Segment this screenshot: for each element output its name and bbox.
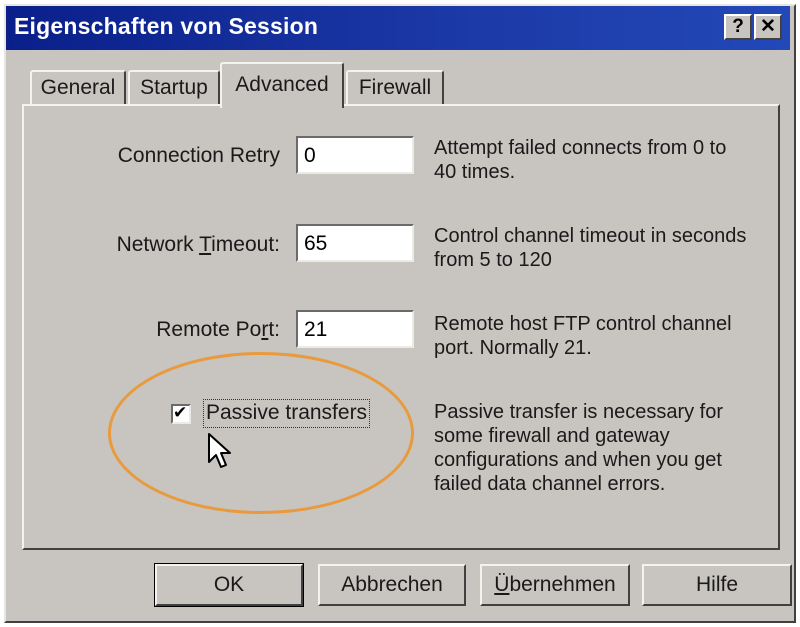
passive-transfers-description-line2: some firewall and gateway [434,425,670,447]
remote-port-label-pre: Remote Po [156,318,262,341]
mouse-pointer-icon [208,433,231,468]
network-timeout-label-mnemonic: T [199,233,212,256]
close-icon: ✕ [760,16,776,37]
connection-retry-label: Connection Retry [117,144,280,167]
passive-transfers-checkbox[interactable]: ✔ [171,403,191,424]
network-timeout-input[interactable]: 65 [296,224,414,262]
tab-advanced[interactable]: Advanced [220,62,344,108]
help-button-label: Hilfe [695,573,738,596]
connection-retry-description-line1: Attempt failed connects from 0 to [434,137,727,159]
connection-retry-description: Attempt failed connects from 0 to 40 tim… [434,136,726,184]
apply-button-label: bernehmen [509,573,616,596]
remote-port-input[interactable]: 21 [296,310,414,348]
ok-button-label: OK [213,573,245,596]
tab-startup[interactable]: Startup [128,70,220,106]
network-timeout-label-pre: Network [116,233,200,256]
tab-startup-label: Startup [140,76,208,99]
remote-port-description: Remote host FTP control channel port. No… [434,312,732,360]
remote-port-description-line1: Remote host FTP control channel [434,313,732,335]
window-title: Eigenschaften von Session [14,13,319,39]
connection-retry-input[interactable]: 0 [296,136,414,174]
passive-transfers-description: Passive transfer is necessary for some f… [434,400,723,496]
passive-transfers-description-line4: failed data channel errors. [434,473,666,495]
connection-retry-description-line2: 40 times. [434,161,516,183]
title-bar[interactable]: Eigenschaften von Session ? ✕ [6,6,790,50]
remote-port-label: Remote Port: [80,318,280,342]
cancel-button[interactable]: Abbrechen [318,564,466,606]
question-mark-icon: ? [732,16,744,37]
tab-firewall[interactable]: Firewall [346,70,444,106]
help-title-button[interactable]: ? [724,14,752,40]
help-button[interactable]: Hilfe [642,564,792,606]
tab-advanced-label: Advanced [235,73,329,96]
passive-transfers-description-line1: Passive transfer is necessary for [434,401,723,423]
tab-general-label: General [40,76,116,99]
network-timeout-description: Control channel timeout in seconds from … [434,224,746,272]
close-title-button[interactable]: ✕ [754,14,782,40]
passive-transfers-label[interactable]: Passive transfers [203,399,371,428]
highlight-ellipse [108,352,414,514]
remote-port-label-post: t: [268,318,280,341]
network-timeout-description-line1: Control channel timeout in seconds [434,225,747,247]
tab-firewall-label: Firewall [358,76,432,99]
tab-general[interactable]: General [30,70,126,106]
checkmark-icon: ✔ [173,403,188,423]
network-timeout-label-post: imeout: [211,233,280,256]
passive-transfers-description-line3: configurations and when you get [434,449,722,471]
remote-port-description-line2: port. Normally 21. [434,337,592,359]
ok-button[interactable]: OK [154,563,304,607]
apply-button[interactable]: Übernehmen [480,564,630,606]
cancel-button-label: Abbrechen [341,573,443,596]
network-timeout-description-line2: from 5 to 120 [434,249,552,271]
network-timeout-label: Network Timeout: [80,233,280,257]
apply-button-mnemonic: Ü [494,573,510,596]
